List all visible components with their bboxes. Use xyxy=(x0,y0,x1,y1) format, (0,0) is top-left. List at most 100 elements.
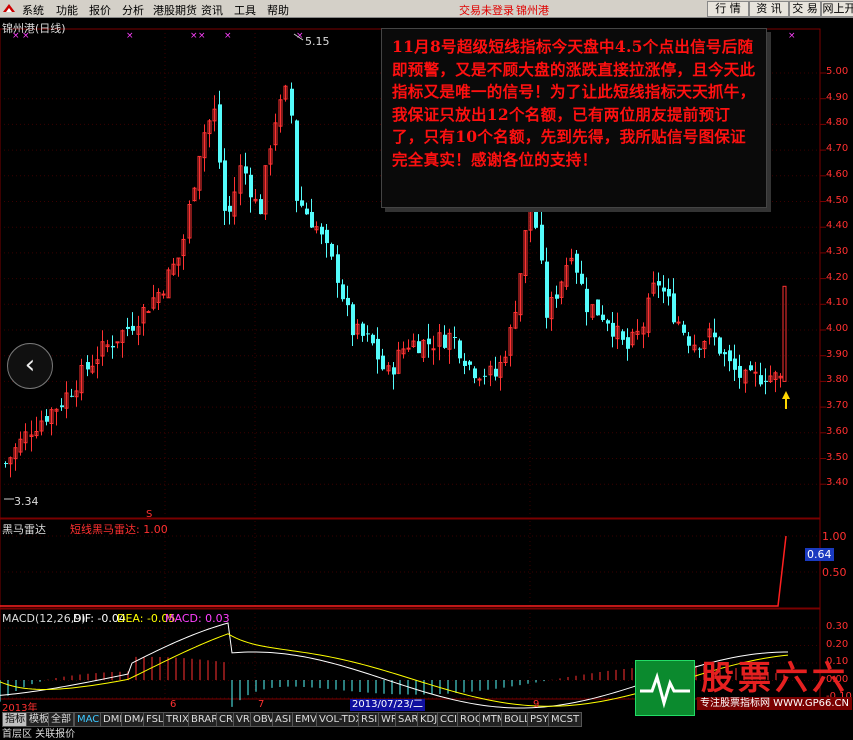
menu-system[interactable]: 系统 xyxy=(22,2,44,18)
menu-news[interactable]: 资讯 xyxy=(201,2,223,18)
candle-body xyxy=(687,336,691,346)
price-tick: 4.10 xyxy=(826,297,849,309)
x-label-9: 9 xyxy=(533,699,540,710)
candle-body xyxy=(764,380,768,382)
menu-bar: 系统 功能 报价 分析 港股期货 资讯 工具 帮助 交易未登录 锦州港 行 情 … xyxy=(0,0,853,18)
signal-marker: × xyxy=(190,31,198,41)
buy-arrow-icon xyxy=(782,391,790,409)
price-tick: 3.40 xyxy=(826,477,849,489)
menu-analysis[interactable]: 分析 xyxy=(122,2,144,18)
signal-marker: × xyxy=(224,31,232,41)
price-tick: 4.60 xyxy=(826,168,849,180)
candle-body xyxy=(381,355,385,370)
candle-body xyxy=(555,294,559,299)
candle-body xyxy=(346,297,350,306)
candle-body xyxy=(161,293,166,296)
candle-body xyxy=(698,348,702,350)
candle-body xyxy=(621,331,625,340)
signal-marker: × xyxy=(126,31,134,41)
menu-help[interactable]: 帮助 xyxy=(267,2,289,18)
candle-body xyxy=(667,288,671,297)
candle-body xyxy=(753,371,758,374)
candle-body xyxy=(494,368,498,377)
candle-body xyxy=(290,88,294,116)
candle-body xyxy=(111,345,115,348)
macd-value-label: MACD: 0.03 xyxy=(165,612,230,625)
current-stock: 锦州港 xyxy=(516,4,549,17)
indicator-tick-05: 0.50 xyxy=(822,566,847,579)
candle-body xyxy=(682,324,686,333)
online-open-button[interactable]: 网上开 xyxy=(821,1,853,17)
tab-asi[interactable]: ASI xyxy=(272,712,295,727)
price-tick: 3.60 xyxy=(826,425,849,437)
candle-body xyxy=(228,205,232,212)
candle-body xyxy=(376,338,380,360)
price-tick: 4.00 xyxy=(826,323,849,334)
candle-body xyxy=(325,229,329,244)
candle-body xyxy=(662,287,666,292)
trade-button[interactable]: 交 易 xyxy=(789,1,821,17)
menu-tools[interactable]: 工具 xyxy=(234,2,256,18)
back-button[interactable]: ‹ xyxy=(7,343,53,389)
watermark-title: 股票六六 xyxy=(701,658,849,697)
candle-body xyxy=(611,322,615,337)
candle-body xyxy=(218,104,222,163)
chevron-left-icon: ‹ xyxy=(24,350,36,380)
candle-body xyxy=(351,304,355,336)
candle-body xyxy=(601,314,605,321)
menu-quote[interactable]: 报价 xyxy=(89,2,111,18)
candle-body xyxy=(540,224,544,261)
candle-body xyxy=(366,333,370,335)
candle-body xyxy=(305,208,309,215)
price-tick: 3.80 xyxy=(826,374,849,386)
indicator-series-label: 短线黑马雷达: 1.00 xyxy=(70,523,168,536)
candle-body xyxy=(733,358,737,370)
candle-body xyxy=(580,273,584,284)
x-label-7: 7 xyxy=(258,699,265,710)
price-tick: 5.00 xyxy=(826,66,849,77)
candle-body xyxy=(300,200,304,206)
candle-body xyxy=(453,337,457,339)
candle-body xyxy=(657,281,661,286)
candle-body xyxy=(406,347,411,350)
indicator-name: 黑马雷达 xyxy=(2,523,46,536)
candle-body xyxy=(468,361,472,365)
radar-line xyxy=(0,535,787,607)
candle-body xyxy=(545,261,549,318)
candle-body xyxy=(223,160,227,211)
candle-body xyxy=(477,378,482,381)
promo-message-text: 11月8号超级短线指标今天盘中4.5个点出信号后随即预警，又是不顾大盘的涨跌直接… xyxy=(392,37,756,169)
tab-mcst[interactable]: MCST xyxy=(548,712,583,727)
candle-body xyxy=(713,332,717,338)
tab-rsi[interactable]: RSI xyxy=(358,712,381,727)
indicator-tick-1: 1.00 xyxy=(822,530,847,543)
price-tick: 4.20 xyxy=(826,271,849,283)
news-button[interactable]: 资 讯 xyxy=(749,1,789,17)
candle-body xyxy=(483,375,487,377)
quote-button[interactable]: 行 情 xyxy=(707,1,749,17)
watermark-subtitle: 专注股票指标网 WWW.GP66.CN xyxy=(697,697,853,710)
menu-function[interactable]: 功能 xyxy=(56,2,78,18)
price-tick: 4.70 xyxy=(826,143,849,155)
bottom-partial-text: 首层区 关联报价 xyxy=(2,729,76,740)
candle-body xyxy=(427,338,431,345)
candle-body xyxy=(115,341,120,344)
candle-body xyxy=(417,341,421,354)
candle-body xyxy=(749,365,753,371)
candle-body xyxy=(249,174,253,198)
price-tick: 3.90 xyxy=(826,348,849,360)
menu-hk-futures[interactable]: 港股期货 xyxy=(153,2,197,18)
candle-body xyxy=(310,211,314,228)
price-tick: 4.30 xyxy=(826,245,849,257)
indicator-current-value: 0.64 xyxy=(805,548,834,561)
candle-body xyxy=(60,405,64,408)
candle-body xyxy=(86,362,90,370)
candle-body xyxy=(606,320,610,324)
candle-body xyxy=(443,334,447,348)
low-price-label: 3.34 xyxy=(14,495,39,508)
candle-body xyxy=(585,288,589,313)
candle-body xyxy=(596,299,600,316)
price-tick: 4.50 xyxy=(826,194,849,206)
main-panel-title: 锦州港(日线) xyxy=(2,22,66,35)
x-label-6: 6 xyxy=(170,699,177,710)
